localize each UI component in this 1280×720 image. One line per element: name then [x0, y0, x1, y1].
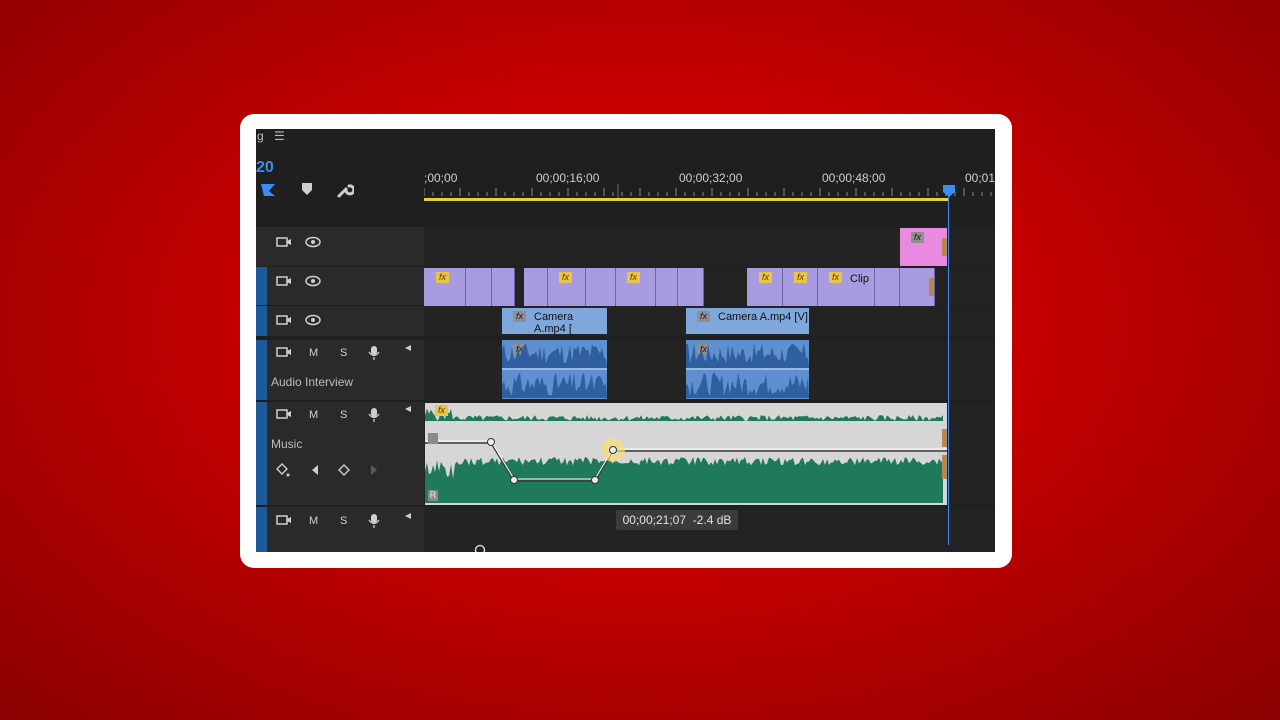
video-clip[interactable] [656, 268, 678, 306]
fx-badge: fx [436, 272, 449, 283]
audio-waveform [502, 343, 607, 398]
toggle-sync-lock-icon[interactable] [276, 514, 292, 526]
eye-icon[interactable] [305, 314, 321, 326]
clip-name: Camera A.mp4 [ [534, 311, 574, 335]
panel-tab-letter[interactable]: g [257, 129, 264, 143]
clip-end-marker [929, 278, 934, 296]
tooltip-gain: -2.4 dB [692, 513, 732, 527]
track-target-a3[interactable] [256, 507, 267, 552]
playhead-line[interactable] [948, 195, 949, 545]
current-timecode[interactable]: 20 [256, 159, 274, 177]
eye-icon[interactable] [305, 275, 321, 287]
fx-badge: fx [911, 232, 924, 243]
music-audio-clip[interactable]: fx R [425, 403, 947, 505]
clip-name: Camera A.mp4 [V] [718, 311, 808, 323]
volume-keyframe[interactable] [510, 476, 518, 484]
toggle-sync-lock-icon[interactable] [276, 275, 292, 287]
fx-badge: fx [627, 272, 640, 283]
interview-audio-clip[interactable]: fx [686, 340, 809, 399]
track-target-a1[interactable] [256, 340, 267, 400]
track-name-music[interactable]: Music [271, 437, 302, 451]
add-keyframe-icon[interactable] [276, 463, 290, 477]
video-clip[interactable] [524, 268, 548, 306]
video-clip[interactable]: fx [783, 268, 818, 306]
ruler-label-48: 00;00;48;00 [822, 171, 886, 185]
fx-badge: fx [794, 272, 807, 283]
channel-right-marker: R [428, 490, 438, 501]
track-target-v2[interactable] [256, 267, 267, 305]
fx-badge: fx [697, 311, 710, 322]
eye-icon[interactable] [305, 236, 321, 248]
clip-end-marker [942, 429, 947, 447]
keyframe-diamond-icon[interactable] [338, 464, 350, 476]
camera-a-clip[interactable]: fx Camera A.mp4 [ [502, 308, 607, 335]
video-clip-named[interactable]: fx Clip [818, 268, 875, 306]
video-clip[interactable] [466, 268, 492, 306]
work-area-bar[interactable] [424, 198, 949, 201]
snap-icon[interactable] [260, 182, 278, 198]
ruler-ticks [424, 184, 992, 198]
track-name-audio-interview[interactable]: Audio Interview [271, 375, 353, 389]
video-clip[interactable] [900, 268, 935, 306]
collapse-track-icon[interactable] [404, 405, 412, 413]
clip-name: Clip [850, 273, 869, 285]
mute-button[interactable]: M [309, 409, 318, 421]
camera-a-clip[interactable]: fx Camera A.mp4 [V] [686, 308, 809, 334]
fx-badge: fx [435, 405, 448, 416]
toggle-sync-lock-icon[interactable] [276, 346, 292, 358]
ruler-label-32: 00;00;32;00 [679, 171, 743, 185]
video-clip[interactable]: fx [747, 268, 783, 306]
volume-tooltip: 00;00;21;07 -2.4 dB [616, 510, 738, 530]
interview-audio-clip[interactable]: fx [502, 340, 607, 399]
solo-button[interactable]: S [340, 515, 347, 527]
volume-keyframe[interactable] [487, 438, 495, 446]
playhead-handle[interactable] [942, 184, 956, 198]
clip-end-marker [942, 238, 947, 256]
microphone-icon[interactable] [368, 345, 380, 361]
music-waveform [425, 407, 947, 503]
video-clip[interactable] [492, 268, 515, 306]
wrench-icon[interactable] [336, 181, 354, 199]
channel-left-marker [428, 433, 438, 444]
video-clip[interactable]: fx [424, 268, 466, 306]
marker-icon[interactable] [301, 182, 313, 196]
mute-button[interactable]: M [309, 347, 318, 359]
panel-menu-icon[interactable]: ☰ [274, 129, 285, 143]
video-clip[interactable]: fx [616, 268, 656, 306]
zoom-scroll-handle[interactable] [473, 544, 487, 552]
video-clip[interactable] [875, 268, 900, 306]
toggle-sync-lock-icon[interactable] [276, 236, 292, 248]
fx-badge: fx [513, 311, 526, 322]
mute-button[interactable]: M [309, 515, 318, 527]
ruler-label-16: 00;00;16;00 [536, 171, 600, 185]
ruler-label-60: 00;01 [965, 171, 995, 185]
adjustment-layer-clip[interactable]: fx [900, 228, 947, 266]
solo-button[interactable]: S [340, 347, 347, 359]
video-clip[interactable] [678, 268, 704, 306]
fx-badge: fx [559, 272, 572, 283]
video-clip[interactable] [586, 268, 616, 306]
track-target-v1[interactable] [256, 306, 267, 336]
tooltip-time: 00;00;21;07 [622, 513, 687, 527]
previous-keyframe-icon[interactable] [310, 464, 320, 476]
toggle-sync-lock-icon[interactable] [276, 314, 292, 326]
audio-waveform [686, 342, 809, 398]
fx-badge: fx [759, 272, 772, 283]
toggle-sync-lock-icon[interactable] [276, 408, 292, 420]
volume-keyframe[interactable] [591, 476, 599, 484]
next-keyframe-icon[interactable] [369, 464, 379, 476]
clip-end-marker [942, 455, 947, 479]
timeline-panel: g ☰ 20 ;00;00 00;00;16;00 00;00;32;00 00… [256, 129, 995, 552]
solo-button[interactable]: S [340, 409, 347, 421]
track-target-a2[interactable] [256, 402, 267, 505]
microphone-icon[interactable] [368, 513, 380, 529]
volume-keyframe[interactable] [609, 446, 617, 454]
fx-badge: fx [829, 272, 842, 283]
collapse-track-icon[interactable] [404, 344, 412, 352]
collapse-track-icon[interactable] [404, 512, 412, 520]
microphone-icon[interactable] [368, 407, 380, 423]
ruler-label-0: ;00;00 [424, 171, 458, 185]
video-clip[interactable]: fx [548, 268, 586, 306]
